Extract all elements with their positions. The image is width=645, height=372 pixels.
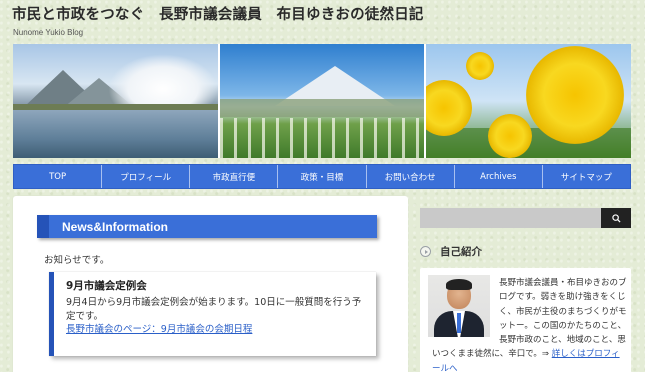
nav-item-policy[interactable]: 政策・目標 bbox=[278, 165, 367, 188]
search-button[interactable] bbox=[601, 208, 631, 228]
profile-widget-title: 自己紹介 bbox=[420, 244, 482, 259]
news-item-link[interactable]: 長野市議会のページ：9月市議会の会期日程 bbox=[66, 323, 366, 337]
nav-item-city-report[interactable]: 市政直行便 bbox=[190, 165, 279, 188]
banner-image-snow-mountain bbox=[217, 44, 425, 158]
nav-item-profile[interactable]: プロフィール bbox=[102, 165, 191, 188]
site-subtitle: Nunome Yukio Blog bbox=[13, 28, 84, 37]
search-bar bbox=[420, 208, 631, 228]
search-icon bbox=[611, 213, 621, 223]
news-item-card: 9月市議会定例会 9月4日から9月市議会定例会が始まります。10日に一般質問を行… bbox=[49, 272, 376, 356]
news-section-header: News&Information bbox=[37, 215, 377, 238]
header-banner bbox=[13, 44, 631, 158]
search-input[interactable] bbox=[420, 208, 601, 228]
nav-item-contact[interactable]: お問い合わせ bbox=[367, 165, 455, 188]
notice-text: お知らせです。 bbox=[44, 255, 110, 266]
banner-image-yellow-flowers bbox=[424, 44, 631, 158]
news-item-title: 9月市議会定例会 bbox=[66, 280, 147, 292]
nav-item-sitemap[interactable]: サイトマップ bbox=[543, 165, 630, 188]
banner-image-alpine-lake bbox=[13, 44, 218, 158]
nav-item-archives[interactable]: Archives bbox=[455, 165, 543, 188]
news-header-title: News&Information bbox=[62, 219, 169, 234]
header-accent-bar bbox=[37, 215, 49, 238]
main-nav: TOP プロフィール 市政直行便 政策・目標 お問い合わせ Archives サ… bbox=[13, 164, 631, 189]
news-item-body: 9月4日から9月市議会定例会が始まります。10日に一般質問を行う予定です。 bbox=[66, 297, 362, 322]
profile-widget-heading: 自己紹介 bbox=[440, 246, 482, 258]
site-title[interactable]: 市民と市政をつなぐ 長野市議会議員 布目ゆきおの徒然日記 bbox=[12, 3, 424, 24]
nav-item-top[interactable]: TOP bbox=[14, 165, 103, 188]
profile-description: 長野市議会議員・布目ゆきおのブログです。弱きを助け強きをくじく、市民が主役のまち… bbox=[432, 276, 628, 372]
circle-arrow-icon bbox=[420, 246, 431, 257]
